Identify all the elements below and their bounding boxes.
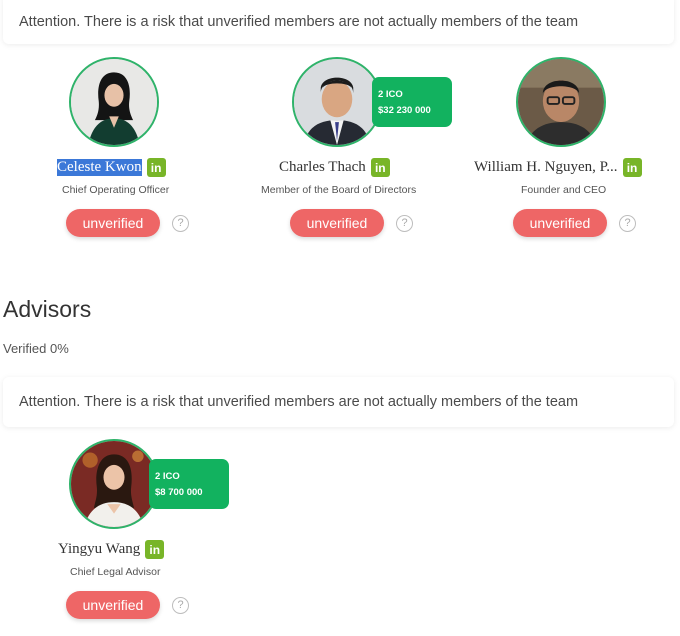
unverified-badge[interactable]: unverified	[66, 209, 160, 237]
unverified-badge[interactable]: unverified	[66, 591, 160, 619]
ico-amount: $8 700 000	[155, 487, 203, 498]
member-role: Member of the Board of Directors	[261, 184, 417, 196]
help-icon[interactable]: ?	[619, 214, 636, 232]
avatar[interactable]	[292, 57, 382, 147]
avatar[interactable]	[69, 439, 159, 529]
avatar[interactable]	[516, 57, 606, 147]
ico-amount: $32 230 000	[378, 105, 431, 116]
advisors-attention-notice: Attention. There is a risk that unverifi…	[3, 377, 674, 427]
team-attention-text: Attention. There is a risk that unverifi…	[19, 14, 579, 30]
advisors-attention-text: Attention. There is a risk that unverifi…	[19, 394, 579, 410]
member-role: Chief Operating Officer	[62, 184, 170, 196]
ico-count: 2 ICO	[155, 471, 180, 482]
member-role: Chief Legal Advisor	[70, 566, 161, 578]
advisors-heading: Advisors	[3, 296, 92, 322]
ico-badge: 2 ICO $8 700 000	[149, 459, 229, 509]
member-name: Yingyu Wang	[58, 541, 141, 557]
linkedin-icon[interactable]: in	[622, 158, 642, 177]
unverified-badge[interactable]: unverified	[513, 209, 607, 237]
avatar[interactable]	[69, 57, 159, 147]
member-role: Founder and CEO	[521, 184, 607, 196]
help-icon[interactable]: ?	[396, 214, 413, 232]
unverified-badge[interactable]: unverified	[290, 209, 384, 237]
linkedin-icon[interactable]: in	[146, 158, 166, 177]
linkedin-icon[interactable]: in	[145, 540, 165, 559]
linkedin-icon[interactable]: in	[370, 158, 390, 177]
member-status-row: unverified ?	[513, 209, 636, 237]
member-name: Celeste Kwon	[57, 159, 142, 176]
member-status-row: unverified ?	[66, 591, 189, 619]
member-name-row: Yingyu Wang in	[58, 540, 165, 559]
member-name-row: Celeste Kwon in	[57, 158, 166, 177]
team-attention-notice: Attention. There is a risk that unverifi…	[3, 0, 674, 44]
help-icon[interactable]: ?	[172, 214, 189, 232]
member-name: William H. Nguyen, P...	[474, 159, 618, 175]
advisors-verified-percent: Verified 0%	[3, 341, 69, 356]
help-icon[interactable]: ?	[172, 596, 189, 614]
member-name-row: William H. Nguyen, P... in	[474, 158, 642, 177]
member-name-row: Charles Thach in	[279, 158, 390, 177]
member-status-row: unverified ?	[290, 209, 413, 237]
ico-badge: 2 ICO $32 230 000	[372, 77, 452, 127]
ico-count: 2 ICO	[378, 89, 403, 100]
member-status-row: unverified ?	[66, 209, 189, 237]
member-name: Charles Thach	[279, 159, 366, 175]
